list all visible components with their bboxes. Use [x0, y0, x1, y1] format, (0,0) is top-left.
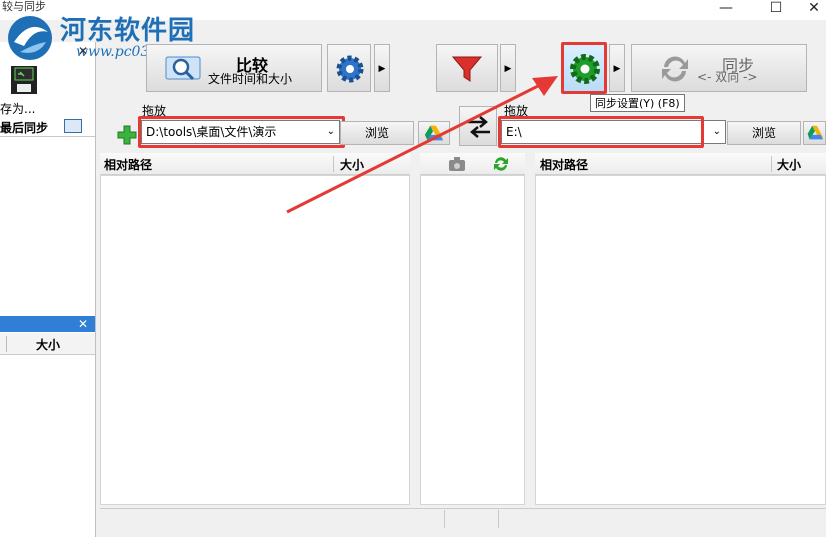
annotation-highlight-left-path [138, 116, 345, 148]
filter-icon [451, 56, 483, 82]
sync-settings-dropdown-arrow[interactable]: ▶ [609, 44, 625, 92]
left-lower-close-icon[interactable]: ✕ [78, 316, 88, 332]
cloud-drive-icon[interactable] [803, 121, 826, 145]
swap-sides-button[interactable] [459, 106, 497, 146]
status-bar-divider [444, 510, 445, 528]
save-as-icon[interactable] [8, 62, 42, 98]
left-panel-divider [0, 136, 95, 137]
chevron-down-icon[interactable]: ⌄ [713, 121, 721, 143]
annotation-highlight-right-path [498, 116, 704, 148]
add-folder-pair-icon[interactable] [116, 124, 138, 146]
right-file-list[interactable] [535, 175, 826, 505]
compare-icon [165, 56, 201, 81]
column-separator[interactable] [771, 156, 772, 172]
watermark-name: 河东软件园 [60, 16, 196, 46]
right-relative-path-column[interactable]: 相对路径 [540, 156, 588, 173]
left-file-list[interactable] [100, 175, 410, 505]
middle-action-header [420, 153, 525, 175]
annotation-highlight-sync-settings [561, 42, 607, 94]
left-size-column[interactable]: 大小 [340, 156, 364, 173]
column-separator[interactable] [333, 156, 334, 172]
left-panel-close-icon[interactable]: ✕ [78, 44, 88, 58]
left-lower-size-column[interactable]: 大小 [36, 336, 60, 353]
sync-icon [662, 56, 688, 82]
left-relative-path-column[interactable]: 相对路径 [104, 156, 152, 173]
list-view-icon[interactable] [64, 119, 82, 133]
status-bar [100, 508, 826, 530]
left-browse-button[interactable]: 浏览 [340, 121, 414, 145]
right-browse-button[interactable]: 浏览 [727, 121, 801, 145]
filter-dropdown-arrow[interactable]: ▶ [500, 44, 516, 92]
compare-subtitle: 文件时间和大小 [208, 72, 293, 86]
right-size-column[interactable]: 大小 [777, 156, 801, 173]
cloud-drive-icon[interactable] [418, 121, 450, 145]
status-bar-divider [498, 510, 499, 528]
minimize-button[interactable]: — [708, 0, 744, 18]
middle-action-list[interactable] [420, 175, 525, 505]
compare-dropdown-arrow[interactable]: ▶ [374, 44, 390, 92]
sync-subtitle: <- 双向 -> [697, 70, 758, 84]
last-sync-label: 最后同步 [0, 121, 49, 135]
swap-arrows-icon [468, 116, 490, 138]
sync-settings-tooltip: 同步设置(Y) (F8) [590, 94, 685, 112]
maximize-button[interactable]: ☐ [758, 0, 794, 18]
blue-gear-icon [336, 55, 364, 83]
save-as-label[interactable]: 存为... [0, 100, 35, 117]
filter-button[interactable] [436, 44, 498, 92]
compare-settings-button[interactable] [327, 44, 371, 92]
column-separator[interactable] [6, 336, 7, 352]
camera-icon[interactable] [448, 156, 466, 172]
refresh-icon[interactable] [492, 155, 510, 173]
watermark-logo [8, 16, 52, 60]
close-button[interactable]: ✕ [796, 0, 826, 18]
